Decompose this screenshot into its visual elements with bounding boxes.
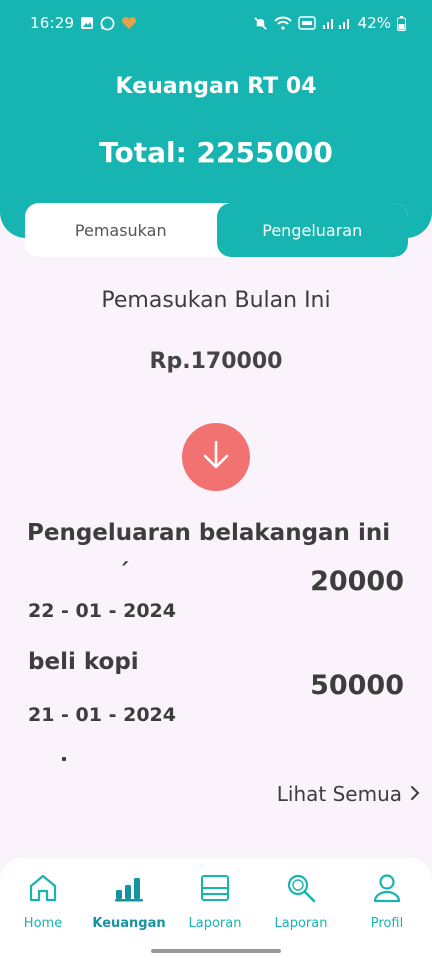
list-item-marker <box>62 757 66 761</box>
expense-item-name: beli kopi <box>28 649 139 675</box>
wifi-icon <box>273 16 292 30</box>
app-title: Keuangan RT 04 <box>115 74 317 99</box>
nav-laporan[interactable]: Laporan <box>172 872 258 931</box>
mute-icon <box>253 16 268 31</box>
see-all-label: Lihat Semua <box>276 782 402 806</box>
tab-bar: Pemasukan Pengeluaran <box>25 203 408 257</box>
summary-title: Pemasukan Bulan Ini <box>101 288 331 313</box>
expense-item-name: ´ <box>118 560 130 586</box>
expense-item-amount: 50000 <box>310 670 404 701</box>
nav-label: Keuangan <box>92 916 166 931</box>
nav-label: Home <box>23 916 63 931</box>
expense-item-amount: 20000 <box>310 566 404 597</box>
battery-percent: 42% <box>357 14 391 32</box>
nav-laporan-search[interactable]: Laporan <box>258 872 344 931</box>
arrow-down-button[interactable] <box>182 423 250 491</box>
recent-expenses-title: Pengeluaran belakangan ini <box>27 520 391 546</box>
home-icon <box>27 872 59 908</box>
whatsapp-icon <box>100 16 115 31</box>
search-icon <box>285 872 317 908</box>
user-icon <box>371 872 403 908</box>
report-icon <box>199 872 231 908</box>
nav-keuangan[interactable]: Keuangan <box>86 872 172 931</box>
image-icon <box>80 16 94 30</box>
nav-label: Profil <box>370 916 404 931</box>
chart-icon <box>113 872 145 908</box>
summary-amount: Rp.170000 <box>149 349 283 374</box>
expense-item-date: 21 - 01 - 2024 <box>28 704 176 726</box>
expense-item-date: 22 - 01 - 2024 <box>28 600 176 622</box>
heart-icon <box>121 16 137 30</box>
arrow-down-icon <box>198 437 234 477</box>
nav-label: Laporan <box>274 916 328 931</box>
chevron-right-icon <box>410 782 420 806</box>
signal-icon <box>322 16 352 30</box>
battery-icon <box>397 15 406 31</box>
home-indicator[interactable] <box>151 949 281 953</box>
see-all-link[interactable]: Lihat Semua <box>277 782 420 806</box>
tab-pengeluaran[interactable]: Pengeluaran <box>216 203 408 257</box>
status-bar: 16:29 42% <box>0 0 432 46</box>
nav-label: Laporan <box>188 916 242 931</box>
nav-home[interactable]: Home <box>0 872 86 931</box>
total-balance: Total: 2255000 <box>99 136 333 169</box>
volte-icon <box>297 16 316 30</box>
tab-pemasukan[interactable]: Pemasukan <box>25 203 217 257</box>
status-time: 16:29 <box>30 14 75 32</box>
nav-profil[interactable]: Profil <box>344 872 430 931</box>
bottom-navigation: Home Keuangan Laporan Laporan Profil <box>0 858 432 960</box>
